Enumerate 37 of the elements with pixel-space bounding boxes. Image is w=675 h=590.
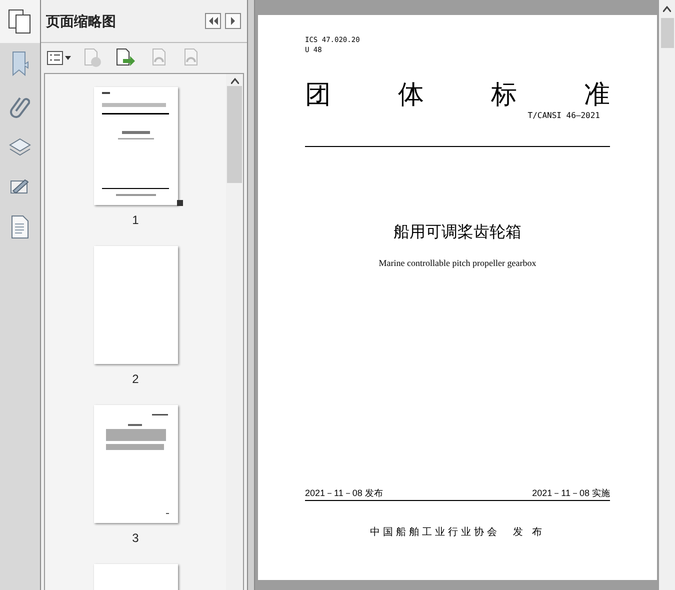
insert-page-icon[interactable]: [115, 48, 137, 68]
right-arrow-icon: [230, 17, 236, 25]
document-subtitle: Marine controllable pitch propeller gearbox: [378, 257, 536, 270]
document-icon[interactable]: [10, 215, 30, 239]
scrollbar[interactable]: [226, 74, 243, 590]
page-number: 2: [132, 371, 139, 388]
scrollbar[interactable]: [659, 0, 675, 590]
splitter[interactable]: [247, 0, 255, 590]
delete-page-icon[interactable]: [83, 48, 103, 68]
title-character: 团: [305, 79, 331, 109]
page-thumbnail[interactable]: [94, 246, 178, 364]
scroll-thumb[interactable]: [227, 86, 242, 183]
page-thumbnail[interactable]: [94, 405, 178, 523]
pages-icon[interactable]: [8, 8, 32, 34]
next-button[interactable]: [225, 13, 241, 29]
scroll-up-icon[interactable]: [230, 78, 238, 84]
publisher: 中国船舶工业行业协会 发 布: [370, 526, 545, 540]
panel-title: 页面缩略图: [46, 12, 117, 30]
issue-date: 2021－11－08 发布: [305, 486, 383, 500]
implementation-date: 2021－11－08 实施: [532, 486, 610, 500]
bookmark-icon[interactable]: [10, 51, 30, 77]
dropdown-arrow-icon: [65, 56, 71, 60]
collapse-button[interactable]: [205, 13, 221, 29]
document-title: 船用可调桨齿轮箱: [394, 222, 522, 243]
scroll-thumb[interactable]: [660, 18, 674, 48]
paperclip-icon[interactable]: [10, 95, 30, 119]
page-number: 3: [132, 530, 139, 547]
list-icon: [47, 51, 63, 65]
page-thumbnail[interactable]: [94, 87, 178, 205]
page-number: 1: [132, 212, 139, 229]
double-left-arrow-icon: [208, 17, 218, 25]
title-character: 标: [491, 79, 517, 109]
scroll-up-icon[interactable]: [663, 6, 671, 12]
title-character: 准: [584, 79, 610, 109]
options-button[interactable]: [47, 51, 71, 65]
standard-number: T/CANSI 46—2021: [528, 110, 600, 122]
title-character: 体: [398, 79, 424, 109]
